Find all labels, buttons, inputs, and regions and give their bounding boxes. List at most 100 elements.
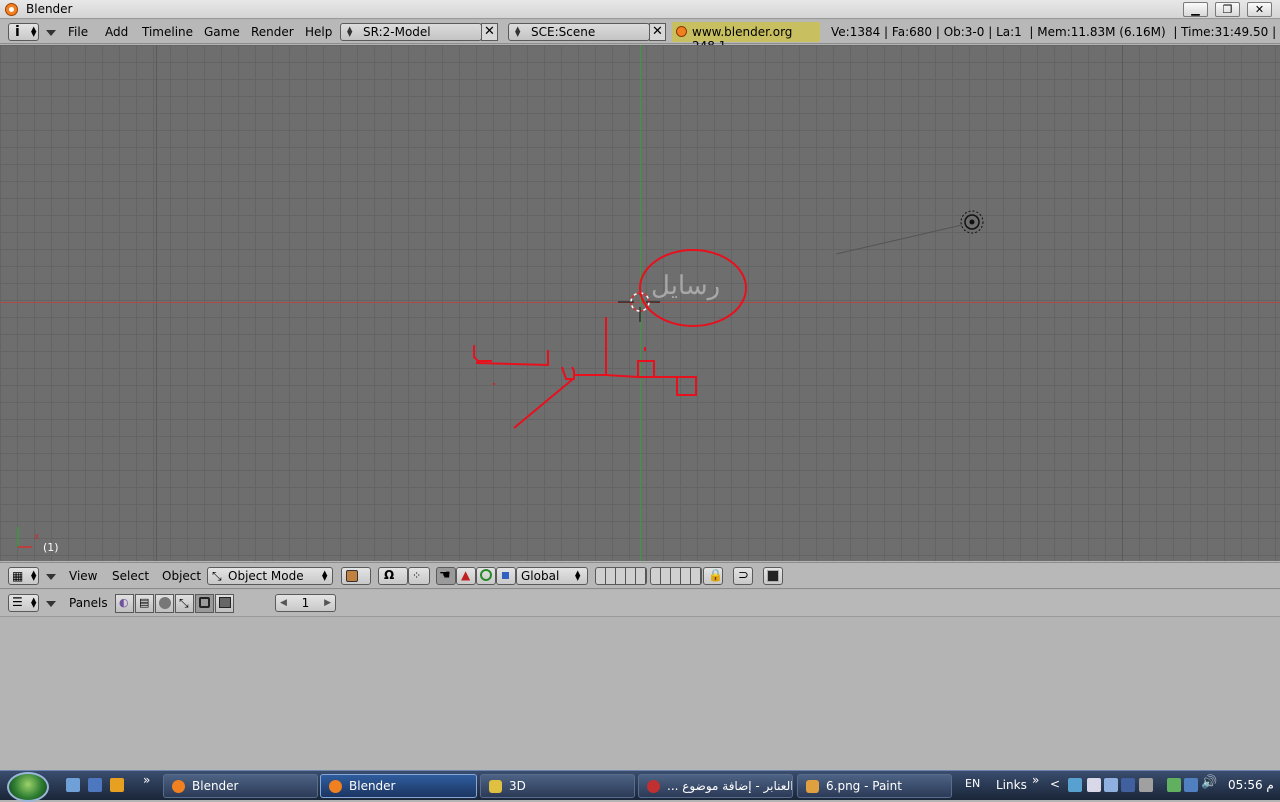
taskbar-item-label: 3D (509, 779, 526, 793)
paint-icon (806, 780, 819, 793)
blender-site-badge[interactable]: www.blender.org 248.1 (672, 22, 820, 53)
square-icon (502, 572, 509, 579)
lock-layers-button[interactable]: 🔒 (703, 567, 723, 585)
scale-manipulator[interactable] (496, 567, 516, 585)
minimize-button[interactable]: ▁ (1183, 2, 1208, 17)
taskbar: » Blender Blender 3D ... العنابر - إضافة… (0, 770, 1280, 802)
close-button[interactable]: ✕ (1247, 2, 1272, 17)
object-mode-icon: ⤡ (212, 569, 222, 583)
tray-expand-icon[interactable]: < (1050, 777, 1060, 791)
scene-stats: Ve:1384 | Fa:680 | Ob:3-0 | La:1 | Mem:1… (831, 25, 1277, 39)
media-player-icon[interactable] (110, 778, 124, 792)
properties-icon: ☰ (12, 595, 23, 609)
menu-panels[interactable]: Panels (69, 596, 108, 610)
taskbar-item-3d-folder[interactable]: 3D (480, 774, 635, 798)
render-icon (767, 570, 779, 582)
mode-select[interactable]: ⤡ Object Mode ▲ ▼ (207, 567, 333, 585)
logic-context-button[interactable]: ◐ (115, 594, 134, 613)
network-icon[interactable] (1184, 778, 1198, 792)
battery-icon[interactable] (1167, 778, 1181, 792)
menu-help[interactable]: Help (305, 25, 332, 39)
updown-arrows-icon: ▲ ▼ (347, 25, 353, 38)
switch-windows-icon[interactable] (88, 778, 102, 792)
show-desktop-icon[interactable] (66, 778, 80, 792)
menu-render[interactable]: Render (251, 25, 294, 39)
taskbar-item-label: ... العنابر - إضافة موضوع (667, 779, 793, 793)
render-view-button[interactable] (763, 567, 783, 585)
blender-logo-icon (172, 780, 185, 793)
menu-file[interactable]: File (68, 25, 88, 39)
pivot-opts-button[interactable]: ⁘ (408, 567, 430, 585)
buttons-panel-area[interactable] (0, 617, 1280, 770)
translate-manipulator[interactable]: ▲ (456, 567, 476, 585)
volume-icon[interactable]: 🔊 (1201, 775, 1217, 790)
axis-gizmo-icon (17, 527, 32, 548)
object-context-button[interactable]: ⤡ (175, 594, 194, 613)
updown-arrows-icon: ▲ ▼ (31, 596, 37, 609)
frame-number-field[interactable]: ◀ 1 ▶ (275, 594, 336, 612)
folder-icon (489, 780, 502, 793)
taskbar-item-blender-2[interactable]: Blender (320, 774, 477, 798)
screen-select[interactable]: ▲ ▼ SR:2-Model (340, 23, 482, 41)
script-context-button[interactable]: ▤ (135, 594, 154, 613)
circle-icon (480, 569, 492, 581)
language-indicator[interactable]: EN (965, 777, 980, 790)
menu-game[interactable]: Game (204, 25, 240, 39)
collapse-menu-icon[interactable] (46, 30, 56, 36)
title-bar: Blender ▁ ❐ ✕ (0, 0, 1280, 19)
orientation-value: Global (521, 569, 560, 583)
pivot-select[interactable]: Ω (378, 567, 408, 585)
menu-add[interactable]: Add (105, 25, 128, 39)
start-button[interactable] (7, 772, 49, 802)
blender-logo-icon (676, 26, 687, 37)
clock[interactable]: م 05:56 (1228, 778, 1274, 792)
link-scene-button[interactable]: ⊃ (733, 567, 753, 585)
taskbar-item-paint[interactable]: 6.png - Paint (797, 774, 952, 798)
tray-app-icon[interactable] (1139, 778, 1153, 792)
updown-arrows-icon: ▲ ▼ (515, 25, 521, 38)
lock-icon: 🔒 (708, 568, 723, 582)
tray-app-icon[interactable] (1121, 778, 1135, 792)
tray-app-icon[interactable] (1068, 778, 1082, 792)
taskbar-item-browser[interactable]: ... العنابر - إضافة موضوع (638, 774, 793, 798)
frame-number-label: (1) (43, 541, 59, 554)
tray-app-icon[interactable] (1104, 778, 1118, 792)
logic-icon: ◐ (119, 596, 129, 609)
tray-app-icon[interactable] (1087, 778, 1101, 792)
links-chevron[interactable]: » (1032, 773, 1039, 787)
links-toolbar[interactable]: Links (996, 778, 1027, 792)
lamp-direction-line (835, 224, 963, 255)
buttons-editor-type-select[interactable]: ☰ ▲ ▼ (8, 594, 39, 612)
menu-timeline[interactable]: Timeline (142, 25, 193, 39)
hand-icon: ☚ (439, 568, 451, 583)
scene-context-button[interactable] (215, 594, 234, 613)
collapse-menu-icon[interactable] (46, 601, 56, 607)
taskbar-item-blender-1[interactable]: Blender (163, 774, 318, 798)
layer-buttons-1[interactable] (595, 567, 647, 585)
manipulator-toggle[interactable]: ☚ (436, 567, 456, 585)
layer-buttons-2[interactable] (650, 567, 702, 585)
collapse-menu-icon[interactable] (46, 574, 56, 580)
delete-scene-button[interactable]: ✕ (649, 23, 666, 41)
scene-select[interactable]: ▲ ▼ SCE:Scene (508, 23, 650, 41)
shading-context-button[interactable] (155, 594, 174, 613)
taskbar-item-label: 6.png - Paint (826, 779, 902, 793)
grid-icon: ▦ (12, 569, 24, 583)
blender-logo-icon (5, 3, 18, 16)
window-type-select[interactable]: i ▲ ▼ (8, 23, 39, 41)
rotate-manipulator[interactable] (476, 567, 496, 585)
orientation-select[interactable]: Global ▲ ▼ (516, 567, 588, 585)
delete-screen-button[interactable]: ✕ (481, 23, 498, 41)
view3d-header: ▦ ▲ ▼ View Select Object ⤡ Object Mode ▲ ▼… (0, 562, 1280, 589)
link-icon: ⊃ (738, 568, 749, 583)
menu-select[interactable]: Select (112, 569, 149, 583)
menu-view[interactable]: View (69, 569, 97, 583)
quicklaunch-chevron[interactable]: » (143, 773, 150, 787)
editor-type-select[interactable]: ▦ ▲ ▼ (8, 567, 39, 585)
draw-type-select[interactable] (341, 567, 371, 585)
3d-viewport[interactable]: x (1) رسايل (0, 45, 1280, 561)
updown-arrows-icon: ▲ ▼ (575, 569, 581, 582)
menu-object[interactable]: Object (162, 569, 201, 583)
editing-context-button[interactable] (195, 594, 214, 613)
maximize-button[interactable]: ❐ (1215, 2, 1240, 17)
